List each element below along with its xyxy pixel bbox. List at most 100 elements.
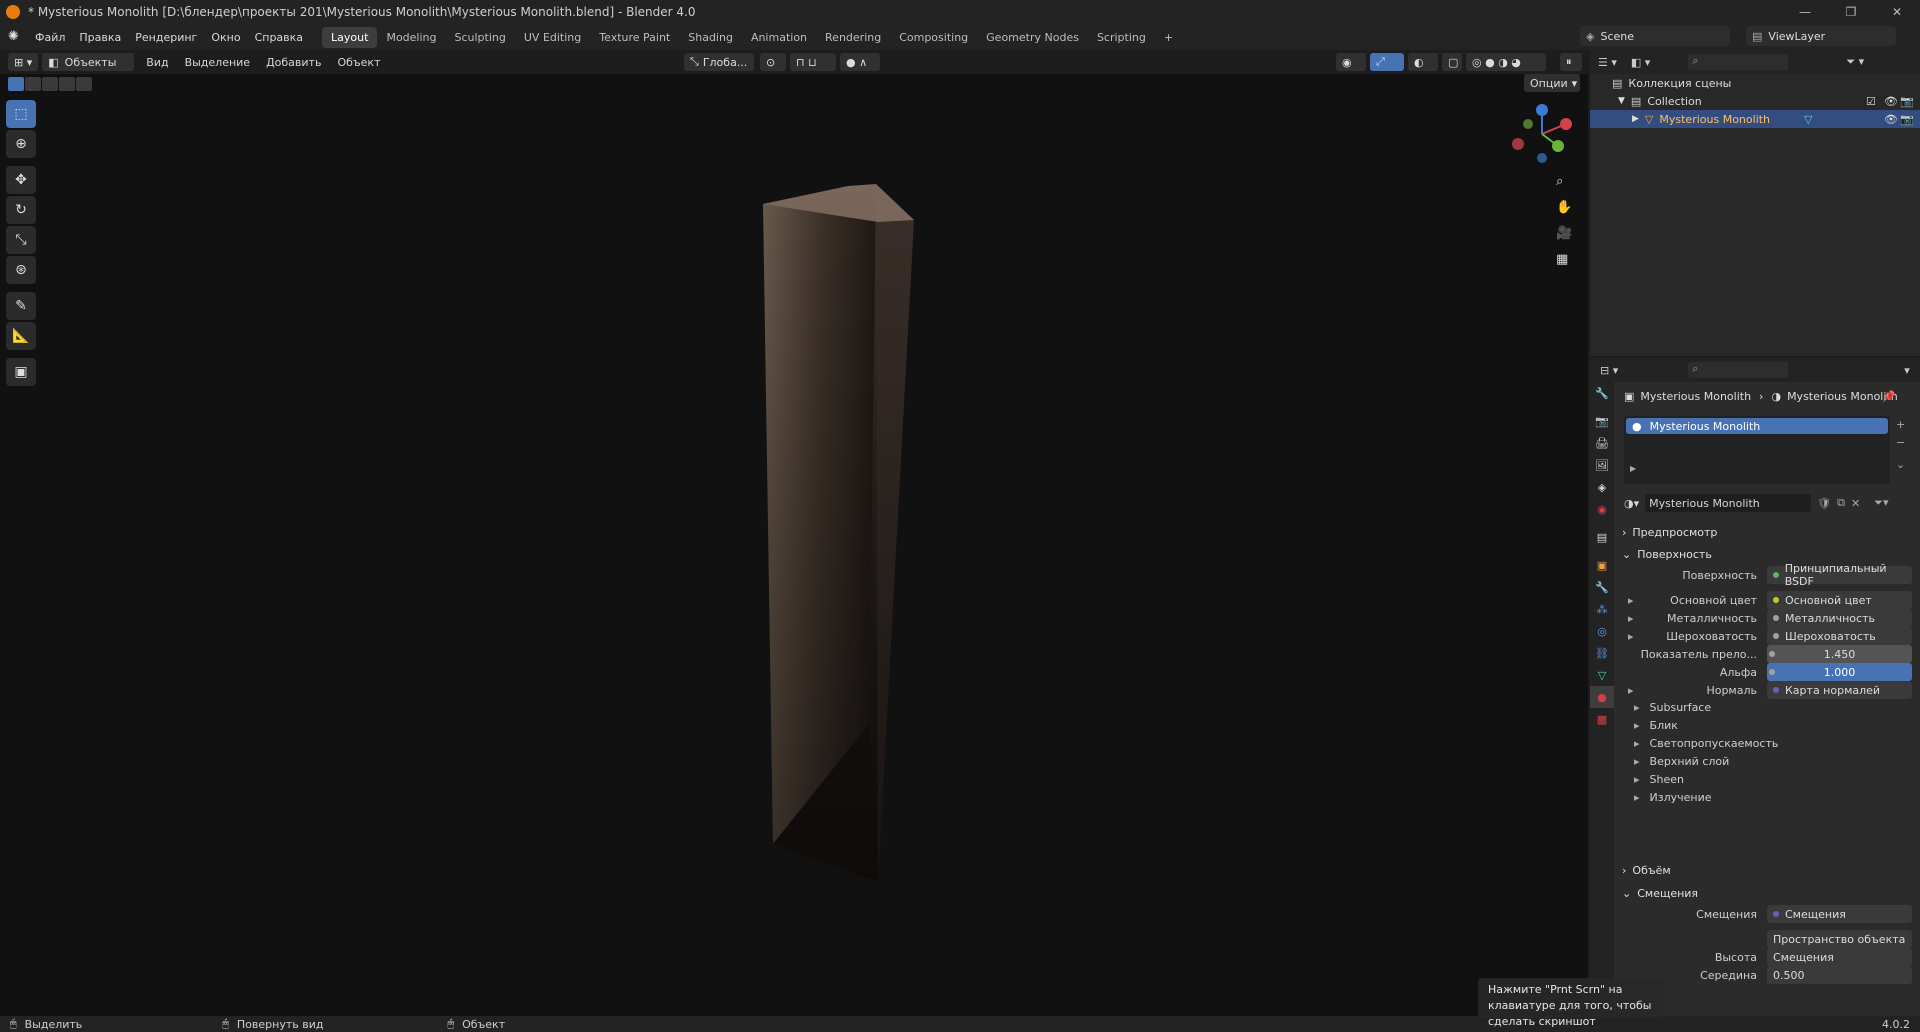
menu-select[interactable]: Выделение — [177, 56, 259, 69]
proportional-button[interactable]: ● ∧ — [840, 53, 880, 71]
socket-icon[interactable] — [1773, 615, 1779, 621]
surface-input-field[interactable]: Основной цвет — [1767, 591, 1912, 609]
filter-icon[interactable]: ⏷ ▾ — [1846, 55, 1864, 69]
shading-buttons[interactable]: ◎ ● ◑ ◕ — [1466, 53, 1546, 71]
particles-tab-icon[interactable]: ⁂ — [1590, 598, 1614, 620]
move-icon[interactable]: ✥ — [6, 166, 36, 194]
subpanel-item[interactable]: ▸ Излучение — [1634, 788, 1712, 806]
view-layer-tab-icon[interactable]: 🖼 — [1590, 454, 1614, 476]
pause-button[interactable]: ⏸ — [1560, 53, 1582, 71]
surface-input-field[interactable]: Карта нормалей — [1767, 681, 1912, 699]
section-volume[interactable]: › Объём — [1622, 860, 1912, 880]
zoom-icon[interactable]: ⌕ — [1556, 174, 1576, 200]
tool-tab-icon[interactable]: 🔧 — [1590, 382, 1614, 404]
socket-icon[interactable] — [1769, 651, 1775, 657]
menu-file[interactable]: Файл — [28, 31, 72, 44]
texture-tab-icon[interactable]: ▩ — [1590, 708, 1614, 730]
expand-icon[interactable]: ▶ — [1630, 464, 1636, 473]
scene-selector[interactable]: ◈ Scene — [1580, 26, 1730, 46]
outliner-object-row[interactable]: ▶ ▽ Mysterious Monolith ▽ 👁 📷 — [1590, 110, 1920, 128]
viewport-3d[interactable]: Опции ▾ ⌕ ✋ 🎥 ▦ — [0, 74, 1588, 1016]
collection-tab-icon[interactable]: ▤ — [1590, 526, 1614, 548]
camera-icon[interactable]: 🎥 — [1556, 226, 1576, 252]
outliner-scene-collection[interactable]: ▤ Коллекция сцены — [1590, 74, 1920, 92]
tab-uv-editing[interactable]: UV Editing — [515, 27, 590, 48]
gizmo-button[interactable]: ⤢ — [1370, 53, 1404, 71]
remove-slot-icon[interactable]: − — [1896, 434, 1905, 452]
tab-scripting[interactable]: Scripting — [1088, 27, 1155, 48]
select-box-icon[interactable]: ⬚ — [6, 100, 36, 128]
material-name-field[interactable]: Mysterious Monolith — [1645, 494, 1812, 512]
outliner-search[interactable]: ⌕ — [1688, 54, 1789, 70]
world-tab-icon[interactable]: ◉ — [1590, 498, 1614, 520]
displacement-input-field[interactable]: 0.500 — [1767, 966, 1912, 984]
displacement-input-field[interactable]: Смещения — [1767, 905, 1912, 923]
editor-type-button[interactable]: ⊞ ▾ — [8, 53, 39, 71]
add-slot-icon[interactable]: + — [1896, 416, 1905, 434]
cursor-icon[interactable]: ⊕ — [6, 130, 36, 158]
socket-icon[interactable] — [1773, 572, 1779, 578]
fake-user-icon[interactable]: 🛡 — [1817, 497, 1831, 510]
material-slot-list[interactable]: ● Mysterious Monolith ▶ — [1624, 416, 1890, 484]
tab-compositing[interactable]: Compositing — [890, 27, 977, 48]
socket-icon[interactable] — [1773, 597, 1779, 603]
object-tab-icon[interactable]: ▣ — [1590, 554, 1614, 576]
render-icon[interactable]: 📷 — [1900, 113, 1914, 126]
overlay-button[interactable]: ◐ — [1408, 53, 1438, 71]
tab-geometry-nodes[interactable]: Geometry Nodes — [977, 27, 1088, 48]
outliner-type-icon[interactable]: ☰ ▾ — [1598, 56, 1617, 69]
scale-icon[interactable]: ⤡ — [6, 226, 36, 254]
outliner-collection[interactable]: ▼ ▤ Collection ☑ 👁 📷 — [1590, 92, 1920, 110]
section-displacement[interactable]: ⌄ Смещения — [1622, 883, 1912, 903]
subpanel-item[interactable]: ▸ Sheen — [1634, 770, 1684, 788]
displacement-input-field[interactable]: Пространство объекта — [1767, 930, 1912, 948]
tab-layout[interactable]: Layout — [322, 26, 378, 48]
menu-render[interactable]: Рендеринг — [128, 31, 204, 44]
subpanel-item[interactable]: ▸ Верхний слой — [1634, 752, 1729, 770]
section-preview[interactable]: › Предпросмотр — [1622, 522, 1912, 542]
tab-rendering[interactable]: Rendering — [816, 27, 890, 48]
surface-input-field[interactable]: Металличность — [1767, 609, 1912, 627]
menu-add[interactable]: Добавить — [258, 56, 329, 69]
expand-icon[interactable]: ▸ — [1628, 594, 1634, 607]
render-icon[interactable]: 📷 — [1900, 95, 1914, 108]
surface-input-field[interactable]: Принципиальный BSDF — [1767, 562, 1912, 588]
display-mode-icon[interactable]: ◧ ▾ — [1631, 56, 1650, 69]
subpanel-item[interactable]: ▸ Блик — [1634, 716, 1678, 734]
socket-icon[interactable] — [1773, 911, 1779, 917]
modifier-tab-icon[interactable]: 🔧 — [1590, 576, 1614, 598]
properties-search[interactable]: ⌕ — [1688, 362, 1789, 378]
xray-button[interactable]: ▢ — [1442, 53, 1462, 71]
material-slot-item[interactable]: ● Mysterious Monolith — [1626, 418, 1888, 434]
render-tab-icon[interactable]: 📷 — [1590, 410, 1614, 432]
constraints-tab-icon[interactable]: ⛓ — [1590, 642, 1614, 664]
measure-icon[interactable]: 📐 — [6, 322, 36, 350]
blender-menu-icon[interactable]: ✺ — [8, 29, 24, 45]
pin-icon[interactable]: 📌 — [1882, 390, 1896, 403]
expand-icon[interactable]: ▶ — [1632, 114, 1639, 124]
menu-window[interactable]: Окно — [204, 31, 247, 44]
close-button[interactable]: ✕ — [1874, 0, 1920, 24]
subpanel-item[interactable]: ▸ Subsurface — [1634, 698, 1711, 716]
link-filter-icon[interactable]: ⏷▾ — [1874, 496, 1888, 510]
tab-texture-paint[interactable]: Texture Paint — [590, 27, 679, 48]
physics-tab-icon[interactable]: ◎ — [1590, 620, 1614, 642]
eye-icon[interactable]: 👁 — [1884, 113, 1898, 126]
socket-icon[interactable] — [1769, 669, 1775, 675]
checkbox-icon[interactable]: ☑ — [1866, 95, 1876, 108]
duplicate-icon[interactable]: ⧉ — [1837, 496, 1845, 510]
socket-icon[interactable] — [1773, 633, 1779, 639]
subpanel-item[interactable]: ▸ Светопропускаемость — [1634, 734, 1778, 752]
add-cube-icon[interactable]: ▣ — [6, 358, 36, 386]
menu-edit[interactable]: Правка — [72, 31, 128, 44]
snap-button[interactable]: ⊓ ⊔ — [790, 53, 836, 71]
unlink-icon[interactable]: ✕ — [1851, 497, 1860, 510]
transform-icon[interactable]: ⊛ — [6, 256, 36, 284]
grid-icon[interactable]: ▦ — [1556, 252, 1576, 278]
browse-material-icon[interactable]: ◑▾ — [1624, 497, 1639, 510]
hand-icon[interactable]: ✋ — [1556, 200, 1576, 226]
annotate-icon[interactable]: ✎ — [6, 292, 36, 320]
menu-view[interactable]: Вид — [138, 56, 176, 69]
properties-type-icon[interactable]: ⊟ ▾ — [1600, 364, 1618, 377]
rotate-icon[interactable]: ↻ — [6, 196, 36, 224]
